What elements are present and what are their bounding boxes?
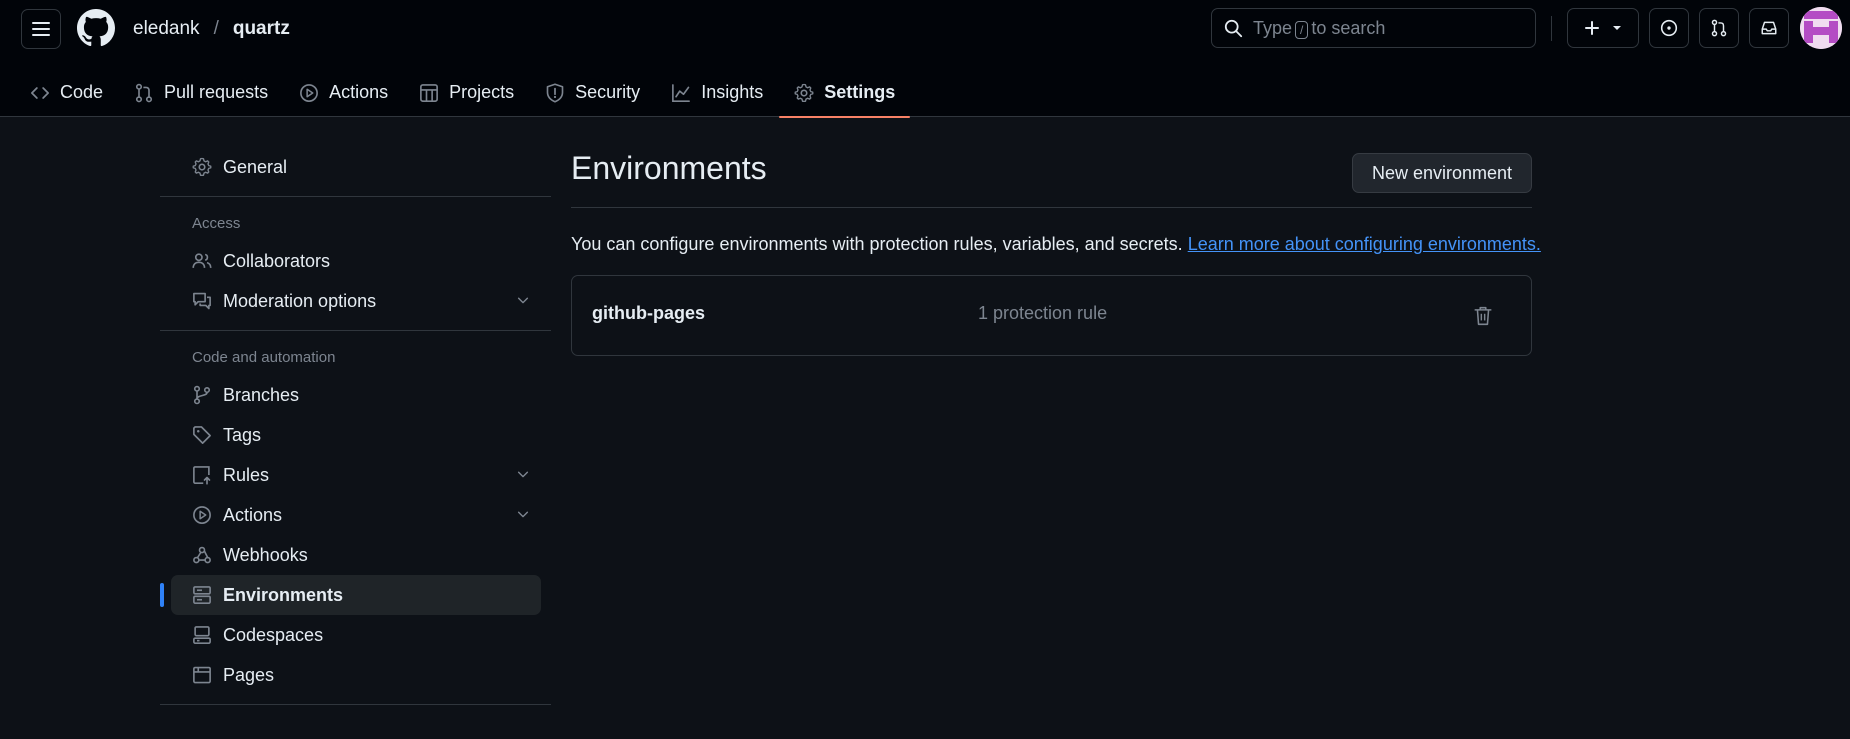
create-new-button[interactable] [1567, 8, 1639, 48]
sidebar-item-actions[interactable]: Actions [171, 495, 541, 535]
branch-icon [193, 385, 211, 405]
header-divider [1551, 16, 1552, 41]
inbox-button[interactable] [1749, 8, 1789, 48]
environment-protection-rules: 1 protection rule [978, 303, 1108, 323]
top-bar: eledank / quartz Type / to search Code P… [0, 0, 1850, 118]
inbox-icon [1761, 21, 1777, 35]
sidebar-item-label: Pages [223, 664, 275, 685]
tab-label: Pull requests [164, 82, 269, 102]
sidebar-heading-access: Access [192, 215, 241, 232]
sidebar-item-label: Actions [223, 504, 283, 525]
sidebar-item-label: Codespaces [223, 624, 324, 645]
shield-icon [546, 82, 564, 103]
github-logo[interactable] [77, 9, 115, 47]
sidebar-item-label: Webhooks [223, 544, 308, 565]
sidebar-item-collaborators[interactable]: Collaborators [171, 241, 541, 281]
hamburger-menu-button[interactable] [21, 9, 61, 49]
tab-label: Actions [329, 82, 389, 102]
repo-nav: Code Pull requests Actions Projects Secu… [0, 68, 911, 118]
sidebar-item-moderation[interactable]: Moderation options [171, 281, 541, 321]
sidebar-heading-code-automation: Code and automation [192, 349, 336, 366]
tab-code[interactable]: Code [0, 68, 118, 117]
learn-more-link[interactable]: Learn more about configuring environment… [1188, 234, 1541, 254]
tab-security[interactable]: Security [530, 68, 655, 117]
new-environment-button[interactable]: New environment [1352, 153, 1532, 193]
breadcrumb-separator: / [213, 18, 219, 39]
sidebar-divider [160, 196, 551, 197]
avatar[interactable] [1800, 7, 1842, 49]
main-content: Environments New environment You can con… [571, 147, 1541, 356]
repo-push-icon [193, 466, 211, 485]
issues-icon [1660, 19, 1678, 37]
description-text: You can configure environments with prot… [571, 234, 1183, 254]
projects-icon [420, 83, 439, 102]
sidebar-item-label: Moderation options [223, 290, 377, 311]
pull-requests-icon [1711, 19, 1727, 37]
plus-icon [1585, 21, 1599, 35]
pull-request-icon [135, 83, 153, 102]
sidebar-divider [160, 330, 551, 331]
actions-icon [193, 506, 211, 524]
comment-discussion-icon [193, 292, 211, 310]
breadcrumb-owner[interactable]: eledank [133, 16, 200, 42]
sidebar-item-label: Tags [223, 424, 262, 445]
title-divider [571, 207, 1532, 208]
search-shortcut-key: / [1295, 20, 1309, 39]
environment-name-link[interactable]: github-pages [592, 303, 705, 324]
sidebar-item-pages[interactable]: Pages [171, 655, 541, 695]
code-icon [31, 86, 49, 99]
trash-icon [1474, 306, 1492, 326]
people-icon [192, 253, 212, 268]
tab-actions[interactable]: Actions [284, 68, 403, 117]
active-indicator [160, 583, 164, 607]
tab-label: Insights [701, 82, 764, 102]
sidebar-item-codespaces[interactable]: Codespaces [171, 615, 541, 655]
search-placeholder: Type / to search [1253, 17, 1386, 39]
settings-sidebar: General Access Collaborators Moderation … [160, 147, 551, 714]
gear-icon [192, 157, 212, 176]
caret-down-icon [1613, 26, 1621, 30]
sidebar-item-label: Branches [223, 384, 300, 405]
tag-icon [193, 426, 211, 444]
delete-environment-button[interactable] [1474, 306, 1492, 326]
environment-row: github-pages 1 protection rule [571, 275, 1532, 356]
search-input[interactable]: Type / to search [1211, 8, 1536, 48]
description: You can configure environments with prot… [571, 231, 1541, 257]
tab-insights[interactable]: Insights [656, 68, 778, 117]
chevron-down-icon [517, 297, 529, 304]
hamburger-icon [32, 22, 50, 36]
tab-pull-requests[interactable]: Pull requests [119, 68, 283, 117]
tab-settings[interactable]: Settings [779, 68, 911, 118]
chevron-down-icon [517, 471, 529, 478]
sidebar-item-label: Rules [223, 464, 270, 485]
tab-label: Settings [824, 82, 896, 102]
actions-icon [300, 83, 319, 102]
tab-projects[interactable]: Projects [404, 68, 529, 117]
search-icon [1224, 19, 1243, 37]
sidebar-item-webhooks[interactable]: Webhooks [171, 535, 541, 575]
breadcrumb-repo[interactable]: quartz [233, 16, 290, 42]
tab-label: Security [575, 82, 641, 102]
gear-icon [794, 83, 814, 102]
browser-icon [193, 666, 211, 684]
sidebar-item-branches[interactable]: Branches [171, 375, 541, 415]
sidebar-item-general[interactable]: General [171, 147, 541, 187]
chevron-down-icon [517, 511, 529, 518]
webhook-icon [193, 546, 211, 564]
sidebar-divider [160, 704, 551, 705]
graph-icon [672, 83, 691, 102]
sidebar-item-label: Collaborators [223, 250, 331, 271]
issues-button[interactable] [1649, 8, 1689, 48]
codespaces-icon [193, 626, 211, 644]
sidebar-item-rules[interactable]: Rules [171, 455, 541, 495]
sidebar-item-label: General [223, 156, 288, 177]
sidebar-item-label: Environments [223, 584, 344, 605]
sidebar-item-environments[interactable]: Environments [160, 575, 541, 615]
server-icon [193, 586, 211, 604]
pull-requests-button[interactable] [1699, 8, 1739, 48]
breadcrumb: eledank / quartz [133, 16, 290, 42]
tab-label: Code [60, 82, 104, 102]
sidebar-item-tags[interactable]: Tags [171, 415, 541, 455]
tab-label: Projects [449, 82, 515, 102]
